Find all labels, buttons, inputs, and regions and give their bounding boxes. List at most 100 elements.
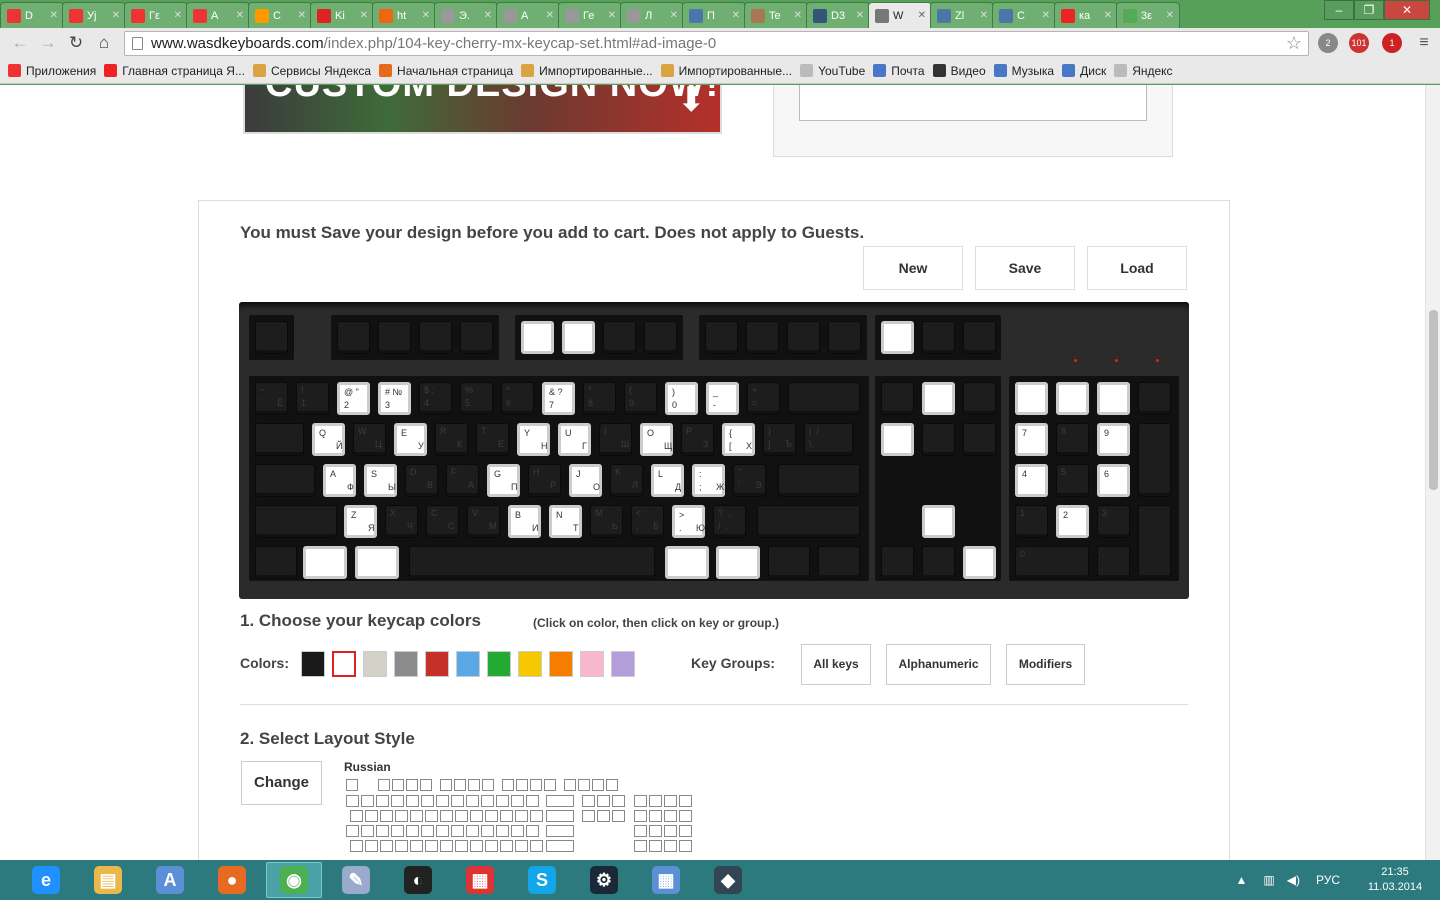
color-swatch[interactable] <box>301 651 325 677</box>
keycap[interactable]: & ? 7 <box>542 382 575 415</box>
keycap[interactable]: 4 <box>1015 464 1048 497</box>
keycap[interactable]: DВ <box>405 464 438 497</box>
bookmark-item[interactable]: Сервисы Яндекса <box>252 64 371 78</box>
taskbar-app-apps[interactable]: ▦ <box>452 862 508 898</box>
tab-close-icon[interactable]: ✕ <box>112 10 120 21</box>
browser-tab[interactable]: W ✕ <box>868 2 932 28</box>
keycap[interactable] <box>922 382 955 415</box>
keycap[interactable]: # № 3 <box>378 382 411 415</box>
keycap[interactable]: TЕ <box>476 423 509 456</box>
restore-button[interactable]: ❐ <box>1354 0 1384 20</box>
keycap[interactable]: 1 <box>1015 505 1048 538</box>
keycap[interactable]: 2 <box>1056 505 1089 538</box>
tab-close-icon[interactable]: ✕ <box>608 10 616 21</box>
taskbar-app-explorer[interactable]: ▤ <box>80 862 136 898</box>
keycap[interactable] <box>963 546 996 579</box>
keycap[interactable]: WЦ <box>353 423 386 456</box>
menu-icon[interactable]: ≡ <box>1414 33 1434 53</box>
keycap[interactable]: 9 <box>1097 423 1130 456</box>
keycap[interactable]: 5 <box>1056 464 1089 497</box>
keycap[interactable]: IШ <box>599 423 632 456</box>
keycap[interactable] <box>1056 382 1089 415</box>
tab-close-icon[interactable]: ✕ <box>360 10 368 21</box>
keycap[interactable] <box>1015 382 1048 415</box>
tab-close-icon[interactable]: ✕ <box>422 10 430 21</box>
keycap[interactable] <box>1138 423 1171 497</box>
language-indicator[interactable]: РУС <box>1316 873 1340 887</box>
keycap[interactable] <box>1138 505 1171 579</box>
address-bar[interactable]: www.wasdkeyboards.com/index.php/104-key-… <box>124 31 1309 56</box>
keycap[interactable]: GП <box>487 464 520 497</box>
keycap[interactable]: | / \ <box>804 423 853 456</box>
keycap[interactable]: UГ <box>558 423 591 456</box>
browser-tab[interactable]: Гε ✕ <box>124 2 188 28</box>
bookmark-item[interactable]: Яндекс <box>1114 64 1173 78</box>
bookmark-item[interactable]: Диск <box>1062 64 1106 78</box>
keycap[interactable] <box>355 546 399 579</box>
keycap[interactable]: :; Ж <box>692 464 725 497</box>
change-layout-button[interactable]: Change <box>241 761 322 805</box>
taskbar-app-steam[interactable]: ⚙ <box>576 862 632 898</box>
browser-tab[interactable]: Ге ✕ <box>558 2 622 28</box>
bookmark-item[interactable]: Начальная страница <box>379 64 513 78</box>
color-swatch[interactable] <box>611 651 635 677</box>
keycap[interactable]: AФ <box>323 464 356 497</box>
keycap[interactable]: EУ <box>394 423 427 456</box>
keycap[interactable] <box>828 321 861 354</box>
browser-tab[interactable]: Л ✕ <box>620 2 684 28</box>
bookmark-item[interactable]: Музыка <box>993 64 1054 78</box>
keycap[interactable] <box>787 321 820 354</box>
save-button[interactable]: Save <box>975 246 1075 290</box>
load-button[interactable]: Load <box>1087 246 1187 290</box>
tab-close-icon[interactable]: ✕ <box>484 10 492 21</box>
network-icon[interactable]: ▥ <box>1263 873 1274 887</box>
browser-tab[interactable]: ка ✕ <box>1054 2 1118 28</box>
keycap[interactable]: RК <box>435 423 468 456</box>
keycap[interactable] <box>778 464 860 497</box>
keycap[interactable]: ~ ` Ё <box>255 382 288 415</box>
minimize-button[interactable]: – <box>1324 0 1354 20</box>
browser-tab[interactable]: Э. ✕ <box>434 2 498 28</box>
browser-tab[interactable]: C ✕ <box>992 2 1056 28</box>
tab-close-icon[interactable]: ✕ <box>794 10 802 21</box>
browser-tab[interactable]: D3 ✕ <box>806 2 870 28</box>
browser-tab[interactable]: D ✕ <box>0 2 64 28</box>
browser-tab[interactable]: A ✕ <box>496 2 560 28</box>
browser-tab[interactable]: 3ε ✕ <box>1116 2 1180 28</box>
keycap[interactable]: @ " 2 <box>337 382 370 415</box>
keycap[interactable]: XЧ <box>385 505 418 538</box>
keycap[interactable] <box>963 321 996 354</box>
keycap[interactable] <box>716 546 760 579</box>
keycap[interactable]: CС <box>426 505 459 538</box>
keycap[interactable]: $ ; 4 <box>419 382 452 415</box>
tab-close-icon[interactable]: ✕ <box>918 10 926 21</box>
keycap[interactable] <box>562 321 595 354</box>
browser-tab[interactable]: Уј ✕ <box>62 2 126 28</box>
bookmark-item[interactable]: Главная страница Я... <box>104 64 245 78</box>
keycap[interactable]: <, Б <box>631 505 664 538</box>
keycap[interactable] <box>963 423 996 456</box>
keycap[interactable]: YН <box>517 423 550 456</box>
tab-close-icon[interactable]: ✕ <box>50 10 58 21</box>
tray-expand-icon[interactable]: ▲ <box>1236 873 1248 887</box>
bookmark-item[interactable]: YouTube <box>800 64 865 78</box>
keycap[interactable]: OЩ <box>640 423 673 456</box>
browser-tab[interactable]: A ✕ <box>186 2 250 28</box>
bookmark-item[interactable]: Приложения <box>8 64 96 78</box>
keycap[interactable]: VМ <box>467 505 500 538</box>
taskbar-app-chrome[interactable]: ◉ <box>266 862 322 898</box>
keycap[interactable]: ^ : 6 <box>501 382 534 415</box>
keycap[interactable]: + = <box>747 382 780 415</box>
group-all-keys-button[interactable]: All keys <box>801 644 871 685</box>
color-swatch[interactable] <box>332 651 356 677</box>
keycap[interactable]: NТ <box>549 505 582 538</box>
keycap[interactable] <box>881 382 914 415</box>
scrollbar-thumb[interactable] <box>1429 310 1438 490</box>
keycap[interactable] <box>746 321 779 354</box>
keycap[interactable]: " ' Э <box>733 464 766 497</box>
keycap[interactable]: ) 0 <box>665 382 698 415</box>
keycap[interactable] <box>1138 382 1171 415</box>
taskbar-app-ie[interactable]: e <box>18 862 74 898</box>
keycap[interactable] <box>665 546 709 579</box>
keycap[interactable]: 0 <box>1015 546 1089 579</box>
